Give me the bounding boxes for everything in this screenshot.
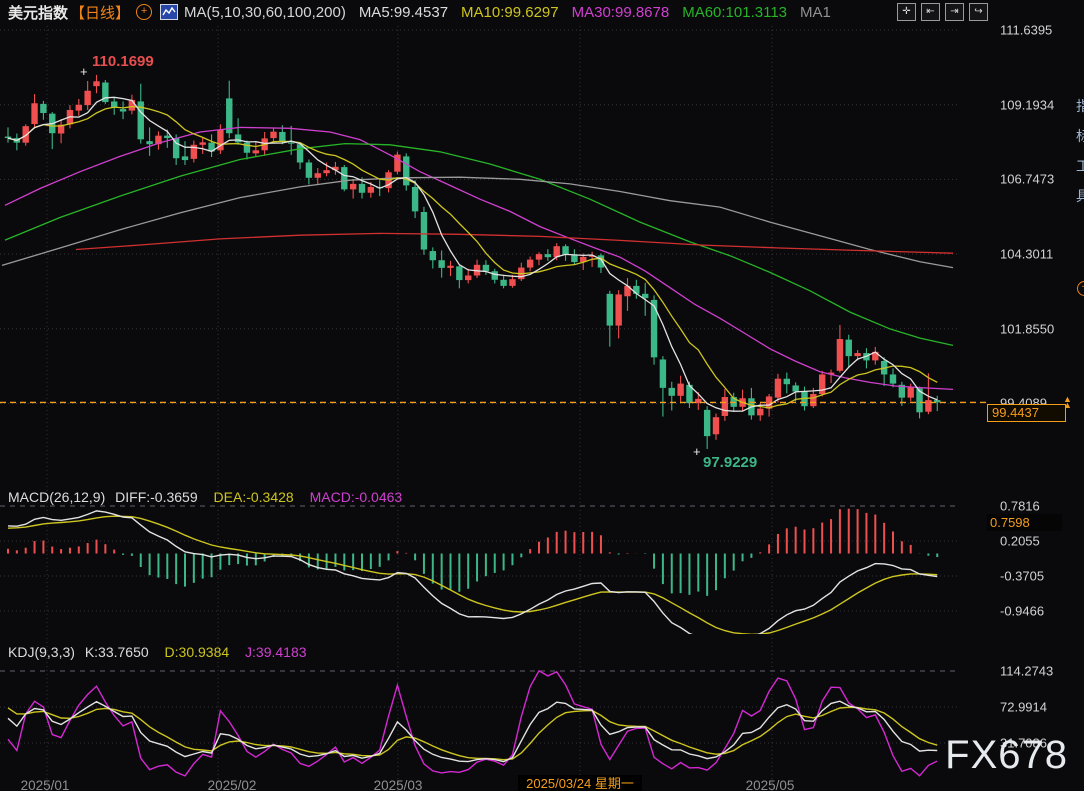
y-axis-label: 111.6395: [1000, 23, 1052, 38]
kdj-d-value: D:30.9384: [165, 644, 230, 660]
low-price-annotation: 97.9229: [703, 454, 757, 471]
kdj-k-value: K:33.7650: [85, 644, 149, 660]
macd-pane-header: MACD(26,12,9) DIFF:-0.3659 DEA:-0.3428 M…: [8, 489, 402, 505]
macd-title: MACD(26,12,9): [8, 489, 105, 505]
ma-readouts: MA5:99.4537 MA10:99.6297 MA30:99.8678 MA60:…: [346, 4, 831, 21]
watermark: FX678: [945, 733, 1068, 778]
kdj-axis-label: 72.9914: [1000, 700, 1047, 715]
kdj-axis-label: 114.2743: [1000, 664, 1053, 679]
chart-toolbar: ✛ ⇤ ⇥ ↪: [897, 3, 988, 21]
side-toolbar-item[interactable]: 标: [1076, 126, 1084, 146]
macd-axis-label: 0.7816: [1000, 499, 1040, 514]
macd-dea-value: DEA:-0.3428: [214, 489, 294, 505]
kdj-pane-header: KDJ(9,3,3) K:33.7650 D:30.9384 J:39.4183: [8, 644, 307, 660]
chart-application: 美元指数 【日线】 + MA(5,10,30,60,100,200) MA5:9…: [0, 0, 1084, 791]
kdj-j-value: J:39.4183: [245, 644, 307, 660]
x-axis-label: 2025/01: [21, 778, 70, 791]
macd-diff-value: DIFF:-0.3659: [115, 489, 197, 505]
high-point-marker: +: [80, 64, 88, 79]
ma-readout: MA30:99.8678: [572, 4, 670, 21]
indicator-style-icon[interactable]: [160, 4, 178, 20]
low-point-marker: +: [693, 444, 701, 459]
kdj-title: KDJ(9,3,3): [8, 644, 75, 660]
symbol-title: 美元指数: [8, 2, 68, 23]
chart-canvas[interactable]: [0, 0, 1084, 791]
jump-to-latest-icon[interactable]: ↪: [969, 3, 988, 21]
side-toolbar-item[interactable]: 具: [1076, 186, 1084, 206]
pan-cross-icon[interactable]: ✛: [897, 3, 916, 21]
ma-readout: MA60:101.3113: [682, 4, 787, 21]
macd-hist-value: MACD:-0.0463: [310, 489, 403, 505]
x-axis-label: 2025/05: [746, 778, 795, 791]
ma-readout: MA10:99.6297: [461, 4, 559, 21]
add-compare-icon[interactable]: +: [136, 4, 152, 20]
y-axis-label: 106.7473: [1000, 172, 1054, 187]
x-axis-label: 2025/03: [374, 778, 423, 791]
period-label: 【日线】: [70, 2, 130, 23]
macd-axis-label: -0.3705: [1000, 569, 1044, 584]
macd-axis-label: -0.9466: [1000, 604, 1044, 619]
ma-readout: MA5:99.4537: [359, 4, 448, 21]
selected-date-badge: 2025/03/24 星期一: [518, 775, 642, 791]
macd-axis-label: 0.2055: [1000, 534, 1040, 549]
x-axis-label: 2025/02: [208, 778, 257, 791]
y-axis-label: 101.8550: [1000, 321, 1054, 336]
ma-readout: MA1: [800, 4, 831, 21]
side-toolbar-item[interactable]: 工: [1076, 156, 1084, 176]
last-price-badge: 99.4437: [987, 404, 1066, 422]
y-axis-label: 104.3011: [1000, 247, 1053, 262]
high-price-annotation: 110.1699: [92, 53, 154, 70]
snap-left-icon[interactable]: ⇤: [921, 3, 940, 21]
snap-right-icon[interactable]: ⇥: [945, 3, 964, 21]
side-toolbar-item[interactable]: 指: [1076, 96, 1084, 116]
y-axis-label: 109.1934: [1000, 97, 1054, 112]
macd-peak-badge: 0.7598: [987, 514, 1062, 531]
ma-settings-label: MA(5,10,30,60,100,200): [184, 4, 346, 21]
